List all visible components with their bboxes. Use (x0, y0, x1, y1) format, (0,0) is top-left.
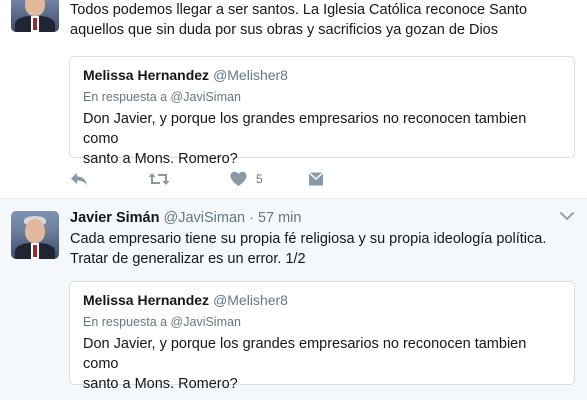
quoted-tweet-text: Don Javier, y porque los grandes empresa… (83, 111, 527, 167)
quoted-author-handle: @Melisher8 (213, 292, 288, 308)
quoted-tweet-header: Melissa Hernandez @Melisher8 (83, 67, 288, 83)
heart-icon (230, 171, 247, 186)
author-handle[interactable]: @JaviSiman (163, 210, 245, 226)
retweet-button[interactable] (148, 170, 170, 188)
quoted-tweet[interactable]: Melissa Hernandez @Melisher8 En respuesta… (69, 281, 575, 392)
retweet-icon (148, 173, 170, 185)
like-button[interactable]: 5 (230, 170, 263, 188)
avatar[interactable] (11, 211, 59, 259)
quoted-tweet-header: Melissa Hernandez @Melisher8 (83, 292, 288, 308)
avatar[interactable] (11, 0, 59, 32)
like-count: 5 (256, 172, 263, 186)
direct-message-button[interactable] (308, 170, 324, 188)
separator: · (249, 210, 254, 226)
quoted-tweet-text: Don Javier, y porque los grandes empresa… (83, 336, 527, 392)
timestamp[interactable]: 57 min (258, 210, 302, 226)
tweet[interactable]: Javier Simán @JaviSiman · 57 min Cada empre… (0, 199, 587, 400)
quoted-author-handle: @Melisher8 (213, 67, 288, 83)
reply-button[interactable] (70, 170, 88, 188)
quoted-author-name: Melissa Hernandez (83, 67, 210, 83)
tweet-text: Todos podemos llegar a ser santos. La Ig… (70, 2, 528, 38)
envelope-icon (308, 171, 324, 186)
author-name[interactable]: Javier Simán (70, 210, 159, 226)
quoted-author-name: Melissa Hernandez (83, 292, 210, 308)
chevron-down-icon[interactable] (559, 209, 575, 223)
quoted-reply-context: En respuesta a @JaviSiman (83, 315, 241, 329)
quoted-reply-context: En respuesta a @JaviSiman (83, 90, 241, 104)
tweet-text: Cada empresario tiene su propia fé relig… (70, 231, 547, 267)
reply-icon (71, 173, 87, 185)
quoted-tweet[interactable]: Melissa Hernandez @Melisher8 En respuesta… (69, 56, 575, 167)
tweet-actions: 5 (70, 168, 370, 190)
tweet-header: Javier Simán @JaviSiman · 57 min (70, 209, 301, 227)
tweet[interactable]: Todos podemos llegar a ser santos. La Ig… (0, 0, 587, 199)
